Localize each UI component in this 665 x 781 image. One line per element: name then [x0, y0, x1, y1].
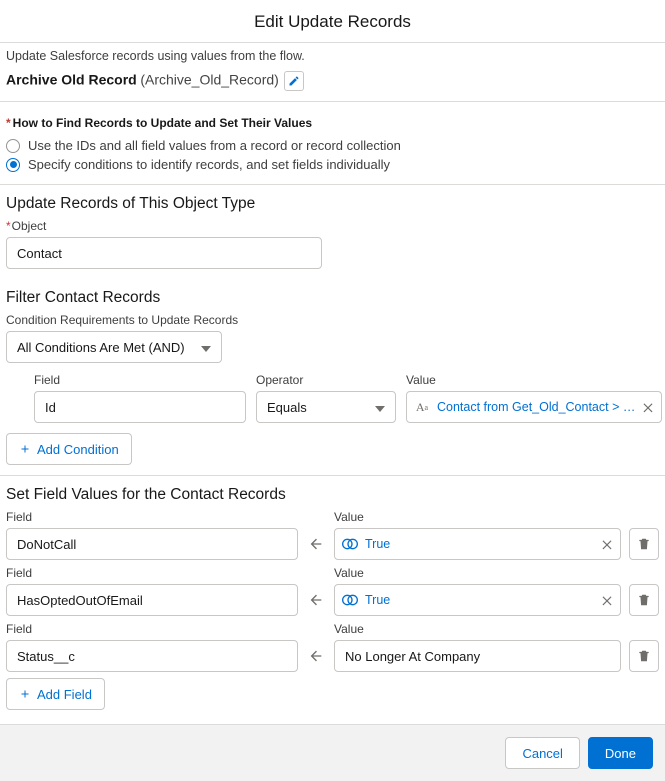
text-type-icon: Aa: [413, 398, 431, 416]
chevron-down-icon: [375, 402, 385, 412]
radio-label: Specify conditions to identify records, …: [28, 157, 390, 172]
modal-footer: Cancel Done: [0, 724, 665, 781]
condition-row: Field Id Operator Equals Value Aa Contac…: [0, 373, 665, 423]
set-field-label: Field: [6, 566, 298, 584]
trash-icon: [637, 537, 651, 551]
radio-icon: [6, 139, 20, 153]
set-value-input[interactable]: True: [334, 584, 621, 616]
arrow-left-icon: [306, 584, 326, 616]
set-field-label: Field: [6, 622, 298, 640]
arrow-left-icon: [306, 528, 326, 560]
clear-icon[interactable]: [600, 537, 614, 551]
condition-req-select[interactable]: All Conditions Are Met (AND): [6, 331, 222, 363]
set-field-row: Field DoNotCall Value True: [0, 510, 665, 566]
clear-icon[interactable]: [600, 593, 614, 607]
chevron-down-icon: [201, 342, 211, 352]
col-value-label: Value: [406, 373, 662, 391]
add-condition-button[interactable]: Add Condition: [6, 433, 132, 465]
col-operator-label: Operator: [256, 373, 396, 391]
set-field-row: Field HasOptedOutOfEmail Value True: [0, 566, 665, 622]
set-field-row: Field Status__c Value No Longer At Compa…: [0, 622, 665, 678]
delete-field-button[interactable]: [629, 584, 659, 616]
set-field-input[interactable]: DoNotCall: [6, 528, 298, 560]
modal-description: Update Salesforce records using values f…: [0, 43, 665, 69]
col-field-label: Field: [34, 373, 246, 391]
clear-icon[interactable]: [641, 400, 655, 414]
pencil-icon: [288, 75, 300, 87]
radio-icon: [6, 158, 20, 172]
trash-icon: [637, 649, 651, 663]
object-input[interactable]: Contact: [6, 237, 322, 269]
plus-icon: [19, 443, 31, 455]
record-name-row: Archive Old Record (Archive_Old_Record): [0, 69, 665, 101]
record-label: Archive Old Record: [6, 71, 137, 87]
radio-specify-conditions[interactable]: Specify conditions to identify records, …: [0, 155, 665, 174]
radio-label: Use the IDs and all field values from a …: [28, 138, 401, 153]
cancel-button[interactable]: Cancel: [505, 737, 579, 769]
set-value-input[interactable]: No Longer At Company: [334, 640, 621, 672]
condition-req-label: Condition Requirements to Update Records: [6, 313, 659, 331]
condition-value-input[interactable]: Aa Contact from Get_Old_Contact > …: [406, 391, 662, 423]
delete-field-button[interactable]: [629, 528, 659, 560]
set-section-title: Set Field Values for the Contact Records: [0, 476, 665, 510]
set-field-label: Field: [6, 510, 298, 528]
filter-section-title: Filter Contact Records: [0, 279, 665, 313]
condition-operator-select[interactable]: Equals: [256, 391, 396, 423]
radio-use-ids[interactable]: Use the IDs and all field values from a …: [0, 136, 665, 155]
add-field-button[interactable]: Add Field: [6, 678, 105, 710]
condition-field-input[interactable]: Id: [34, 391, 246, 423]
object-label: Object: [6, 219, 659, 237]
modal-title: Edit Update Records: [0, 0, 665, 42]
set-value-label: Value: [334, 566, 621, 584]
arrow-left-icon: [306, 640, 326, 672]
object-section-title: Update Records of This Object Type: [0, 185, 665, 219]
set-value-label: Value: [334, 622, 621, 640]
record-api-name: (Archive_Old_Record): [140, 71, 279, 87]
set-field-input[interactable]: HasOptedOutOfEmail: [6, 584, 298, 616]
delete-field-button[interactable]: [629, 640, 659, 672]
boolean-type-icon: [341, 591, 359, 609]
set-value-label: Value: [334, 510, 621, 528]
plus-icon: [19, 688, 31, 700]
trash-icon: [637, 593, 651, 607]
edit-name-button[interactable]: [284, 71, 304, 91]
boolean-type-icon: [341, 535, 359, 553]
edit-update-records-modal: Edit Update Records Update Salesforce re…: [0, 0, 665, 781]
set-value-input[interactable]: True: [334, 528, 621, 560]
done-button[interactable]: Done: [588, 737, 653, 769]
set-field-input[interactable]: Status__c: [6, 640, 298, 672]
how-to-find-title: How to Find Records to Update and Set Th…: [0, 102, 665, 136]
